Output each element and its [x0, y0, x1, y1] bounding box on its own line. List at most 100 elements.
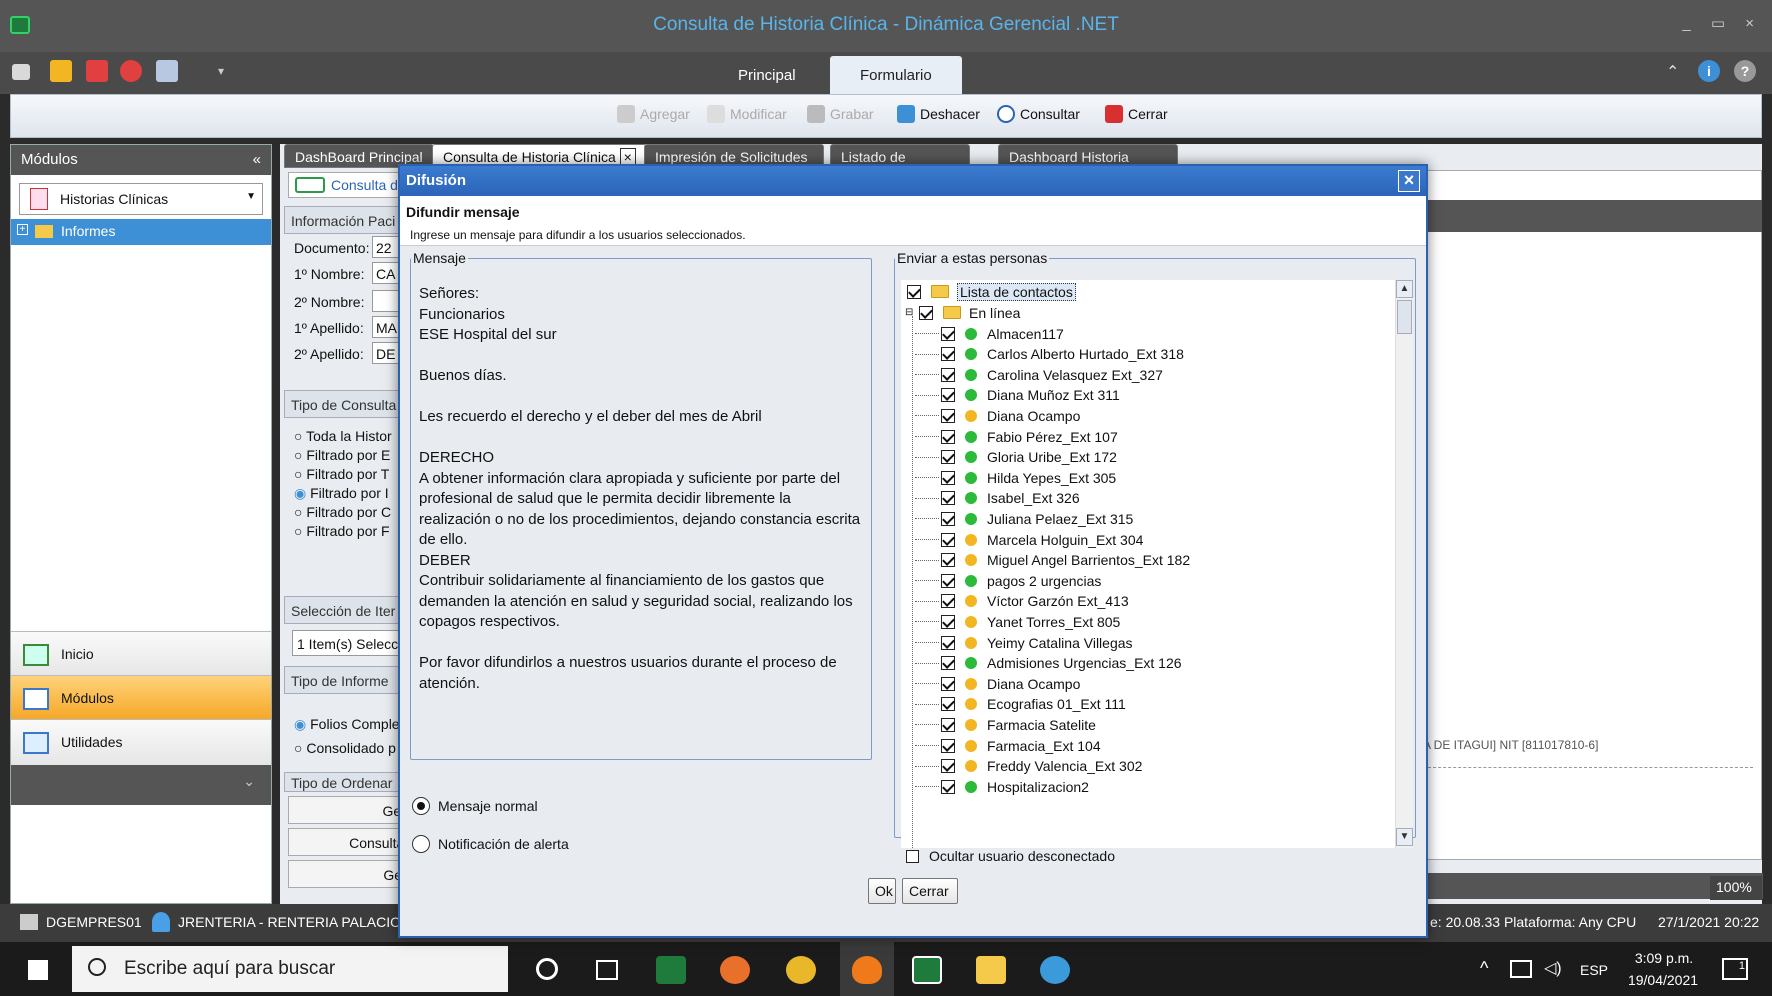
- radio-option[interactable]: ○ Filtrado por T: [294, 466, 389, 482]
- key-icon[interactable]: [50, 60, 72, 82]
- checkbox[interactable]: [941, 573, 955, 588]
- agregar-button[interactable]: Agregar: [617, 105, 690, 123]
- consultar-form-button[interactable]: Consultar: [288, 828, 416, 856]
- cortana-icon[interactable]: [536, 958, 558, 980]
- items-seleccionados[interactable]: 1 Item(s) Selecc: [292, 630, 412, 656]
- taskbar-search[interactable]: Escribe aquí para buscar: [72, 946, 508, 992]
- excel-icon[interactable]: [656, 956, 686, 984]
- clock-time[interactable]: 3:09 p.m.: [1626, 950, 1702, 966]
- task-view-icon[interactable]: [596, 960, 618, 980]
- checkbox[interactable]: [941, 717, 955, 732]
- notification-icon[interactable]: 1: [1722, 958, 1748, 980]
- modificar-button[interactable]: Modificar: [707, 105, 787, 123]
- zoom-level[interactable]: 100%: [1710, 876, 1762, 900]
- expand-nav-icon[interactable]: ⌄: [11, 765, 271, 805]
- grabar-button[interactable]: Grabar: [807, 105, 874, 123]
- contact-row[interactable]: Juliana Pelaez_Ext 315: [915, 507, 1133, 530]
- volume-icon[interactable]: ◁): [1544, 958, 1562, 978]
- contact-row[interactable]: Marcela Holguin_Ext 304: [915, 528, 1143, 551]
- power-icon[interactable]: [120, 60, 142, 82]
- checkbox[interactable]: [941, 326, 955, 341]
- chevron-down-icon[interactable]: ▾: [218, 64, 224, 78]
- fire-app-icon[interactable]: [852, 956, 882, 984]
- contact-row[interactable]: Carolina Velasquez Ext_327: [915, 363, 1163, 386]
- checkbox[interactable]: [906, 849, 919, 863]
- checkbox[interactable]: [941, 388, 955, 403]
- deshacer-button[interactable]: Deshacer: [897, 105, 980, 123]
- consulta-button[interactable]: Consulta d: [288, 172, 408, 198]
- checkbox[interactable]: [941, 491, 955, 506]
- checkbox[interactable]: [941, 347, 955, 362]
- checkbox[interactable]: [941, 635, 955, 650]
- scroll-thumb[interactable]: [1397, 300, 1412, 334]
- contact-row[interactable]: Diana Ocampo: [915, 404, 1080, 427]
- checkbox[interactable]: [941, 656, 955, 671]
- checkbox[interactable]: [941, 532, 955, 547]
- checkbox[interactable]: [941, 697, 955, 712]
- checkbox[interactable]: [941, 429, 955, 444]
- collapse-ribbon-icon[interactable]: ⌃: [1666, 62, 1679, 82]
- checkbox[interactable]: [941, 759, 955, 774]
- checkbox[interactable]: [941, 614, 955, 629]
- checkbox[interactable]: [941, 676, 955, 691]
- scroll-up-icon[interactable]: ▲: [1396, 280, 1413, 298]
- firefox-icon[interactable]: [720, 956, 750, 984]
- contact-row[interactable]: Diana Ocampo: [915, 672, 1080, 695]
- chevron-up-icon[interactable]: ^: [1480, 958, 1488, 979]
- checkbox[interactable]: [941, 779, 955, 794]
- nav-inicio[interactable]: Inicio: [11, 631, 271, 677]
- cerrar-button[interactable]: Cerrar: [1105, 105, 1168, 123]
- radio-option[interactable]: ◉ Filtrado por I: [294, 485, 389, 502]
- dinamica-icon[interactable]: [912, 956, 942, 984]
- message-textarea[interactable]: Señores: Funcionarios ESE Hospital del s…: [419, 284, 863, 694]
- menu-icon[interactable]: [12, 64, 30, 80]
- consultar-button[interactable]: Consultar: [997, 105, 1080, 123]
- module-select[interactable]: Historias Clínicas ▼: [19, 183, 263, 215]
- checkbox[interactable]: [941, 408, 955, 423]
- windows-start-icon[interactable]: [28, 960, 48, 980]
- radio-option[interactable]: ○ Filtrado por F: [294, 523, 390, 539]
- contact-row[interactable]: pagos 2 urgencias: [915, 569, 1101, 592]
- radio-option[interactable]: ○ Filtrado por C: [294, 504, 391, 520]
- window-controls[interactable]: _ ▭ ×: [1682, 14, 1762, 32]
- radio-option[interactable]: ○ Consolidado p: [294, 740, 396, 756]
- radio-option[interactable]: ◉ Folios Comple: [294, 716, 400, 733]
- contact-row[interactable]: Yanet Torres_Ext 805: [915, 610, 1120, 633]
- chrome-icon[interactable]: [786, 956, 816, 984]
- ie-icon[interactable]: [1040, 956, 1070, 984]
- tab-formulario[interactable]: Formulario: [830, 56, 962, 94]
- network-icon[interactable]: [1510, 960, 1532, 978]
- contact-row[interactable]: Fabio Pérez_Ext 107: [915, 425, 1118, 448]
- contact-row[interactable]: Farmacia_Ext 104: [915, 734, 1101, 757]
- collapse-icon[interactable]: «: [253, 151, 261, 168]
- checkbox[interactable]: [941, 470, 955, 485]
- contact-row[interactable]: Carlos Alberto Hurtado_Ext 318: [915, 343, 1184, 366]
- radio-mensaje-normal[interactable]: Mensaje normal: [412, 792, 852, 820]
- generar-button[interactable]: Gen: [288, 796, 416, 824]
- gestionar-button[interactable]: Ges: [288, 860, 416, 888]
- nav-utilidades[interactable]: Utilidades: [11, 719, 271, 765]
- contact-row[interactable]: Gloria Uribe_Ext 172: [915, 446, 1117, 469]
- disconnect-icon[interactable]: [156, 60, 178, 82]
- checkbox[interactable]: [941, 511, 955, 526]
- radio-option[interactable]: ○ Filtrado por E: [294, 447, 390, 463]
- contact-row[interactable]: Almacen117: [915, 322, 1064, 345]
- contact-row[interactable]: Diana Muñoz Ext 311: [915, 384, 1120, 407]
- contact-row[interactable]: Hospitalizacion2: [915, 775, 1089, 798]
- contact-row[interactable]: Ecografias 01_Ext 111: [915, 693, 1126, 716]
- contact-row[interactable]: Admisiones Urgencias_Ext 126: [915, 652, 1182, 675]
- save-icon[interactable]: [86, 60, 108, 82]
- contact-row[interactable]: Freddy Valencia_Ext 302: [915, 755, 1142, 778]
- contact-row[interactable]: Isabel_Ext 326: [915, 487, 1080, 510]
- radio-notificacion-alerta[interactable]: Notificación de alerta: [412, 830, 852, 858]
- contact-row[interactable]: Miguel Angel Barrientos_Ext 182: [915, 549, 1190, 572]
- ok-button[interactable]: Ok: [868, 878, 896, 904]
- checkbox[interactable]: [941, 553, 955, 568]
- cerrar-dialog-button[interactable]: Cerrar: [902, 878, 958, 904]
- clock-date[interactable]: 19/04/2021: [1620, 972, 1706, 988]
- info-icon[interactable]: i: [1698, 60, 1720, 82]
- checkbox[interactable]: [941, 738, 955, 753]
- tree-item-informes[interactable]: + Informes: [11, 219, 271, 245]
- contact-row[interactable]: Farmacia Satelite: [915, 713, 1096, 736]
- nav-modulos[interactable]: Módulos: [11, 675, 271, 721]
